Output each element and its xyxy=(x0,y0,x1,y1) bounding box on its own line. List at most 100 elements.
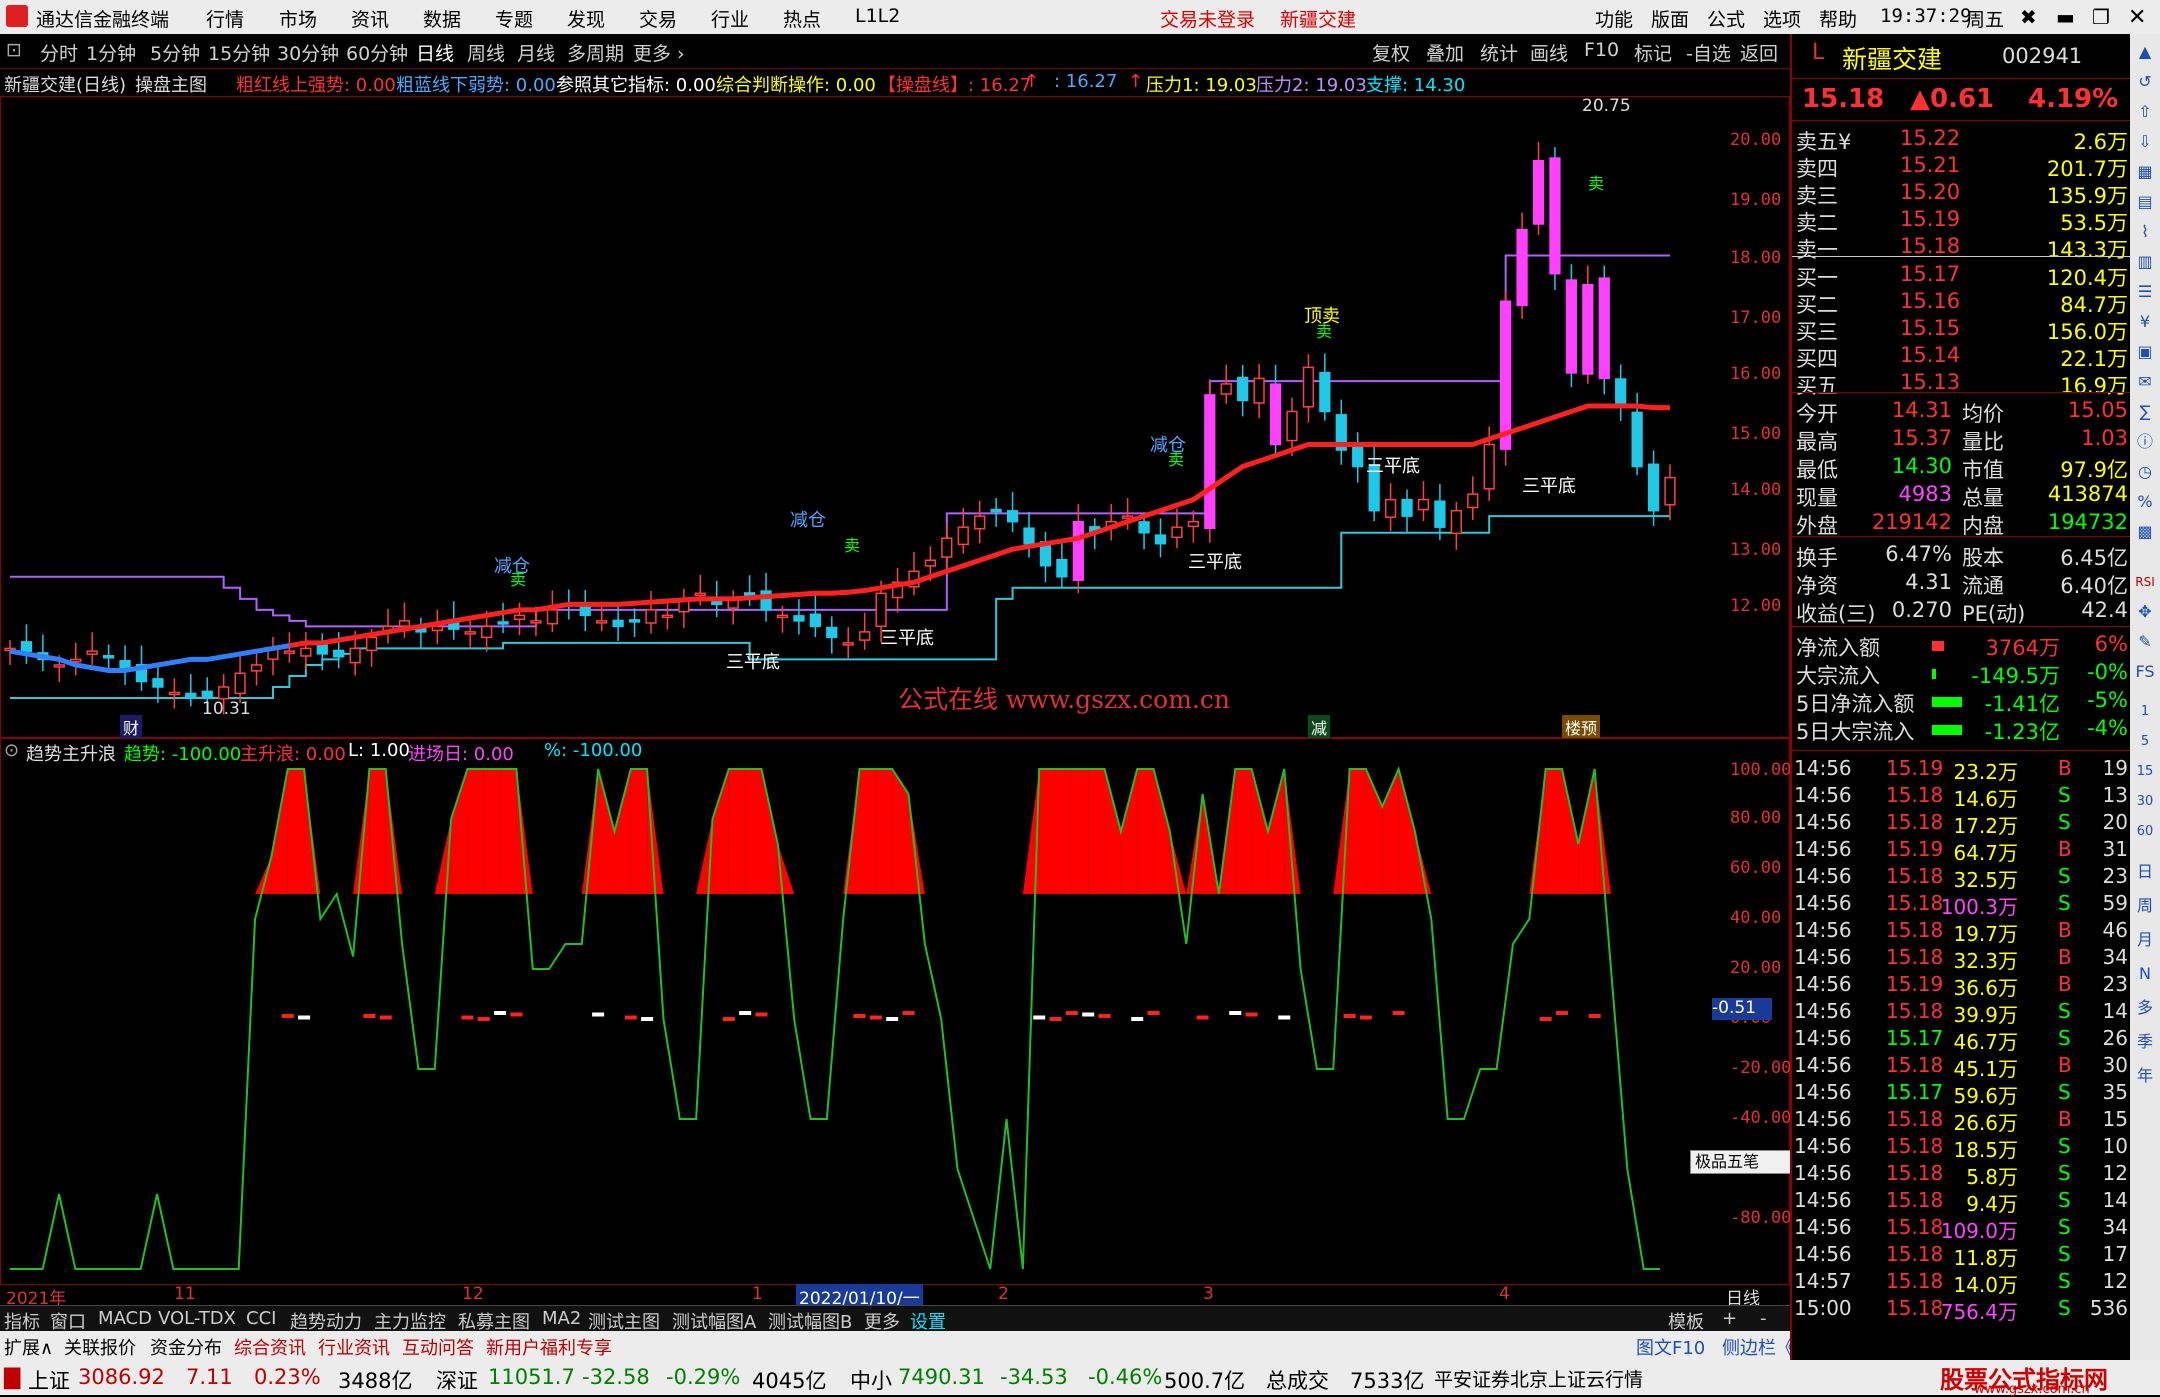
menu-formula[interactable]: 公式 xyxy=(1707,5,1745,32)
period-tab[interactable]: 30分钟 xyxy=(277,39,339,66)
tab[interactable]: 资金分布 xyxy=(150,1334,222,1360)
fs-icon[interactable]: FS xyxy=(2133,660,2157,684)
tab-extend[interactable]: 扩展∧ xyxy=(4,1334,53,1360)
tab[interactable]: 关联报价 xyxy=(64,1334,136,1360)
sz-label[interactable]: 深证 xyxy=(436,1365,478,1395)
menu-options[interactable]: 选项 xyxy=(1763,5,1801,32)
menu-function[interactable]: 功能 xyxy=(1595,5,1633,32)
period-1-icon[interactable]: 1 xyxy=(2133,700,2157,724)
tag-reduce[interactable]: 减 xyxy=(1308,715,1331,739)
clock-icon[interactable]: ◷ xyxy=(2133,460,2157,484)
tab[interactable]: MACD xyxy=(98,1308,152,1329)
fund-icon[interactable]: ¥ xyxy=(2133,310,2157,334)
period-tab[interactable]: 60分钟 xyxy=(346,39,408,66)
period-tab[interactable]: 5分钟 xyxy=(150,39,200,66)
calc-icon[interactable]: ▩ xyxy=(2133,520,2157,544)
ask-row[interactable]: 卖三 15.20 135.9万 xyxy=(1792,180,2132,208)
move-icon[interactable]: ✥ xyxy=(2133,600,2157,624)
period-tab[interactable]: 多周期 xyxy=(567,39,624,66)
list-icon[interactable]: ☰ xyxy=(2133,280,2157,304)
bid-row[interactable]: 买三 15.15 156.0万 xyxy=(1792,316,2132,344)
tab-sidebar[interactable]: 侧边栏《 xyxy=(1722,1334,1794,1360)
formula-name[interactable]: 操盘主图 xyxy=(135,71,207,97)
candle-icon[interactable]: ▥ xyxy=(2133,250,2157,274)
tool-day[interactable]: 日 xyxy=(2133,860,2157,884)
period-tab[interactable]: 1分钟 xyxy=(86,39,136,66)
close-small-icon[interactable]: ✖ xyxy=(2020,5,2037,29)
main-candle-chart[interactable] xyxy=(0,96,1710,738)
menu-quote[interactable]: 行情 xyxy=(206,5,244,32)
menu-layout[interactable]: 版面 xyxy=(1651,5,1689,32)
menu-l1l2[interactable]: L1L2 xyxy=(855,5,900,27)
period-60-icon[interactable]: 60 xyxy=(2133,820,2157,844)
download-icon[interactable]: ⇩ xyxy=(2133,130,2157,154)
table-icon[interactable]: ▤ xyxy=(2133,190,2157,214)
tab[interactable]: MA2 xyxy=(542,1308,581,1329)
up-icon[interactable]: ▲ xyxy=(2133,40,2157,64)
tool-n[interactable]: N xyxy=(2133,962,2157,986)
collapse-icon[interactable]: ⊡ xyxy=(6,39,22,61)
toolbar-self-select[interactable]: -自选 xyxy=(1686,39,1731,66)
rsi-icon[interactable]: RSI xyxy=(2133,570,2157,594)
grid-icon[interactable]: ▦ xyxy=(2133,160,2157,184)
tool-year[interactable]: 年 xyxy=(2133,1064,2157,1088)
report-icon[interactable]: ▣ xyxy=(2133,340,2157,364)
tab[interactable]: CCI xyxy=(246,1308,276,1329)
period-30-icon[interactable]: 30 xyxy=(2133,790,2157,814)
tab-f10[interactable]: 图文F10 xyxy=(1636,1334,1705,1360)
toolbar-back[interactable]: 返回 xyxy=(1740,39,1778,66)
ask-row[interactable]: 卖五¥ 15.22 2.6万 xyxy=(1792,126,2132,154)
period-5-icon[interactable]: 5 xyxy=(2133,730,2157,754)
line-chart-icon[interactable]: ⌇ xyxy=(2133,220,2157,244)
tab[interactable]: 综合资讯 xyxy=(234,1334,306,1360)
add-window-button[interactable]: + xyxy=(1722,1308,1737,1329)
toolbar-adjust[interactable]: 复权 xyxy=(1372,39,1410,66)
pen-icon[interactable]: ✎ xyxy=(2133,630,2157,654)
percent-icon[interactable]: % xyxy=(2133,490,2157,514)
info-icon[interactable]: ⓘ xyxy=(2133,430,2157,454)
login-notice[interactable]: 交易未登录 xyxy=(1160,5,1255,32)
bid-row[interactable]: 买二 15.16 84.7万 xyxy=(1792,289,2132,317)
remove-window-button[interactable]: - xyxy=(1760,1308,1767,1329)
period-15-icon[interactable]: 15 xyxy=(2133,760,2157,784)
toolbar-mark[interactable]: 标记 xyxy=(1634,39,1672,66)
minimize-icon[interactable]: ▬ xyxy=(2056,5,2075,29)
toolbar-draw[interactable]: 画线 xyxy=(1530,39,1568,66)
menu-industry[interactable]: 行业 xyxy=(711,5,749,32)
tag-finance[interactable]: 财 xyxy=(120,715,143,739)
menu-hot[interactable]: 热点 xyxy=(783,5,821,32)
tab[interactable]: 行业资讯 xyxy=(318,1334,390,1360)
toolbar-stats[interactable]: 统计 xyxy=(1480,39,1518,66)
menu-trade[interactable]: 交易 xyxy=(639,5,677,32)
tool-month[interactable]: 月 xyxy=(2133,928,2157,952)
upload-icon[interactable]: ⇧ xyxy=(2133,100,2157,124)
restore-icon[interactable]: ❐ xyxy=(2092,5,2110,29)
period-more[interactable]: 更多 › xyxy=(633,39,685,66)
ask-row[interactable]: 卖四 15.21 201.7万 xyxy=(1792,153,2132,181)
menu-topic[interactable]: 专题 xyxy=(495,5,533,32)
bid-row[interactable]: 买一 15.17 120.4万 xyxy=(1792,262,2132,290)
news-icon[interactable]: ✉ xyxy=(2133,370,2157,394)
tool-week[interactable]: 周 xyxy=(2133,894,2157,918)
tab[interactable]: 互动问答 xyxy=(402,1334,474,1360)
ask-row[interactable]: 卖二 15.19 53.5万 xyxy=(1792,207,2132,235)
toolbar-overlay[interactable]: 叠加 xyxy=(1426,39,1464,66)
sub-trend-chart[interactable] xyxy=(0,764,1710,1284)
stats-icon[interactable]: ∑ xyxy=(2133,400,2157,424)
tab[interactable]: VOL-TDX xyxy=(158,1308,236,1329)
period-tab[interactable]: 周线 xyxy=(467,39,505,66)
tool-multi[interactable]: 多 xyxy=(2133,996,2157,1020)
sh-label[interactable]: 上证 xyxy=(28,1365,70,1395)
period-tab[interactable]: 月线 xyxy=(517,39,555,66)
tag-forecast[interactable]: 楼预 xyxy=(1562,715,1601,739)
refresh-icon[interactable]: ↺ xyxy=(2133,70,2157,94)
toolbar-f10[interactable]: F10 xyxy=(1584,39,1619,61)
menu-data[interactable]: 数据 xyxy=(423,5,461,32)
menu-market[interactable]: 市场 xyxy=(279,5,317,32)
tab[interactable]: 新用户福利专享 xyxy=(486,1334,612,1360)
period-tab[interactable]: 15分钟 xyxy=(208,39,270,66)
zx-label[interactable]: 中小 xyxy=(850,1365,892,1395)
menu-news[interactable]: 资讯 xyxy=(351,5,389,32)
menu-discover[interactable]: 发现 xyxy=(567,5,605,32)
bid-row[interactable]: 买四 15.14 22.1万 xyxy=(1792,343,2132,371)
